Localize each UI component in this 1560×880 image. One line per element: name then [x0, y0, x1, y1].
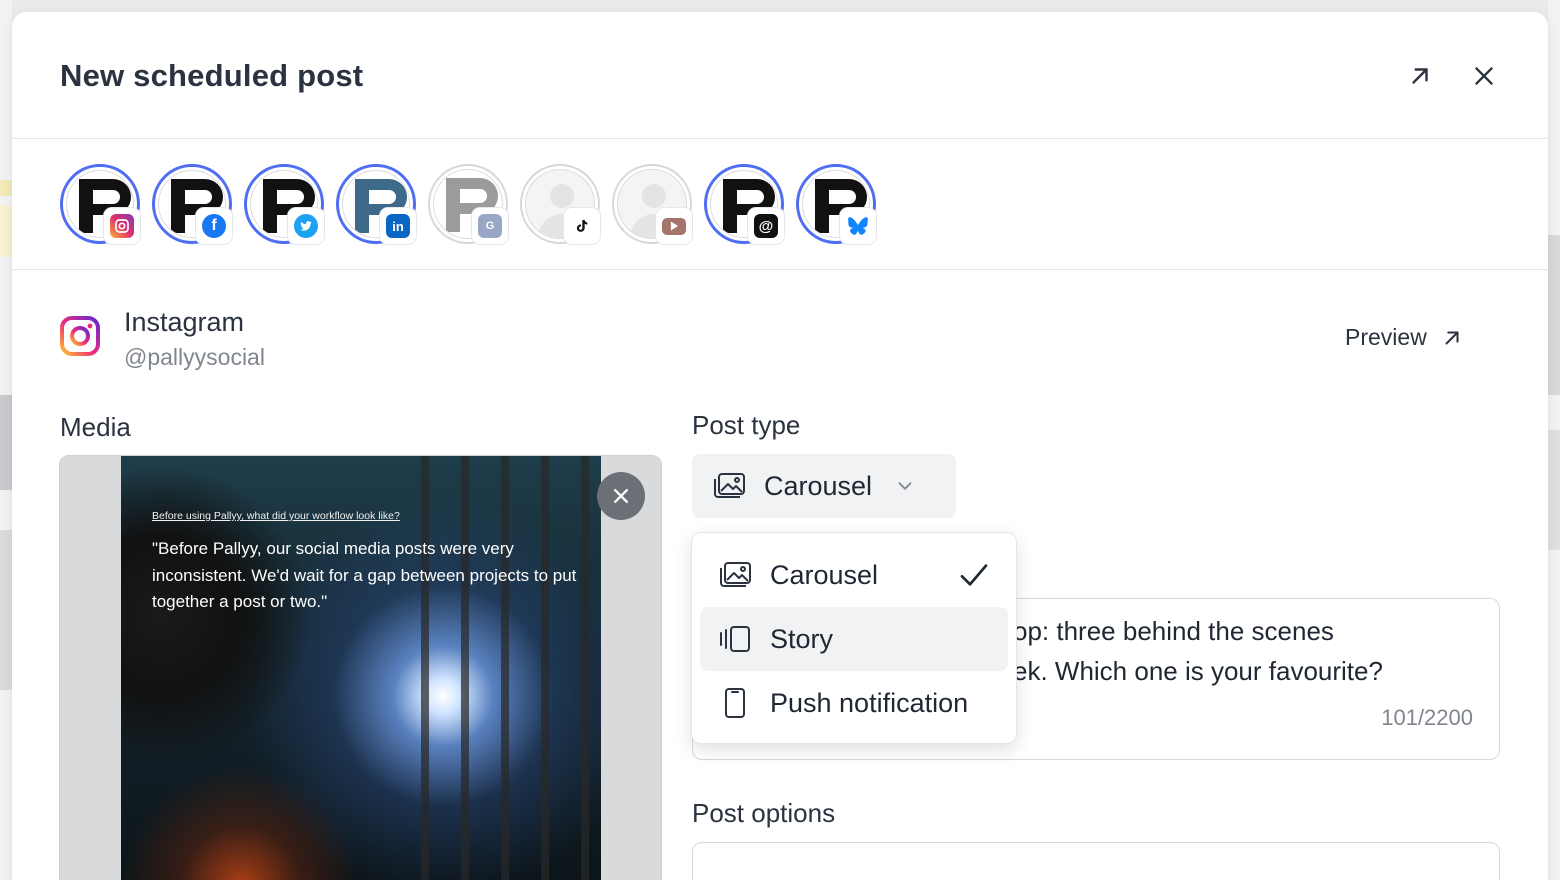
option-label: Push notification	[770, 687, 969, 718]
account-tiktok[interactable]	[520, 164, 600, 244]
remove-media-button[interactable]	[597, 472, 645, 520]
close-button[interactable]	[1468, 60, 1500, 92]
account-selector: f in G @	[12, 140, 1548, 270]
image-quote-text: "Before Pallyy, our social media posts w…	[152, 539, 577, 611]
instagram-icon	[60, 316, 100, 356]
youtube-icon	[656, 208, 692, 244]
preview-label: Preview	[1345, 324, 1427, 350]
google-business-icon: G	[472, 208, 508, 244]
media-image[interactable]: Before using Pallyy, what did your workf…	[121, 456, 601, 880]
background-thumbnail	[0, 530, 12, 690]
account-linkedin[interactable]: in	[336, 164, 416, 244]
dropdown-option-push-notification[interactable]: Push notification	[700, 671, 1008, 735]
post-type-select[interactable]: Carousel	[692, 454, 956, 518]
platform-name: Instagram	[124, 307, 245, 337]
background-highlight	[0, 180, 12, 196]
account-instagram[interactable]	[60, 164, 140, 244]
platform-handle: @pallyysocial	[124, 344, 265, 370]
background-thumbnail	[0, 395, 12, 490]
dropdown-option-carousel[interactable]: Carousel	[700, 543, 1008, 607]
carousel-icon	[720, 562, 751, 587]
arrow-up-right-icon	[1412, 68, 1428, 84]
account-facebook[interactable]: f	[152, 164, 232, 244]
chevron-down-icon	[898, 482, 912, 490]
close-icon	[614, 489, 628, 503]
background-app-right	[1548, 0, 1560, 880]
post-options-panel[interactable]	[692, 842, 1500, 880]
background-app-left	[0, 0, 12, 880]
post-type-value: Carousel	[764, 470, 873, 501]
close-icon	[1475, 67, 1493, 85]
background-thumbnail	[1548, 235, 1560, 395]
modal-header: New scheduled post	[12, 12, 1548, 139]
post-type-dropdown: Carousel Story Push notification	[691, 532, 1017, 744]
background-thumbnail	[1548, 430, 1560, 550]
post-options-label: Post options	[692, 798, 836, 828]
carousel-icon	[714, 473, 745, 498]
tiktok-icon	[564, 208, 600, 244]
background-highlight	[0, 205, 12, 257]
post-type-label: Post type	[692, 410, 801, 440]
option-label: Carousel	[770, 559, 879, 590]
account-threads[interactable]: @	[704, 164, 784, 244]
check-icon	[960, 564, 988, 586]
bluesky-icon	[840, 208, 876, 244]
option-label: Story	[770, 623, 834, 654]
media-preview: Before using Pallyy, what did your workf…	[59, 455, 662, 880]
new-post-modal: New scheduled post f in G @ Instagram @p…	[12, 12, 1548, 880]
dropdown-option-story[interactable]: Story	[700, 607, 1008, 671]
preview-button[interactable]: Preview	[1345, 324, 1463, 351]
twitter-icon	[288, 208, 324, 244]
expand-button[interactable]	[1404, 60, 1436, 92]
account-twitter[interactable]	[244, 164, 324, 244]
arrow-up-right-icon	[1445, 330, 1459, 345]
phone-icon	[725, 688, 745, 718]
linkedin-icon: in	[380, 208, 416, 244]
instagram-icon	[104, 208, 140, 244]
character-count: 101/2200	[1381, 705, 1473, 730]
modal-title: New scheduled post	[60, 58, 364, 93]
account-google-business[interactable]: G	[428, 164, 508, 244]
image-question-text: Before using Pallyy, what did your workf…	[152, 510, 400, 522]
facebook-icon: f	[196, 208, 232, 244]
story-icon	[720, 626, 750, 652]
account-bluesky[interactable]	[796, 164, 876, 244]
threads-icon: @	[748, 208, 784, 244]
account-youtube[interactable]	[612, 164, 692, 244]
media-label: Media	[60, 412, 131, 442]
